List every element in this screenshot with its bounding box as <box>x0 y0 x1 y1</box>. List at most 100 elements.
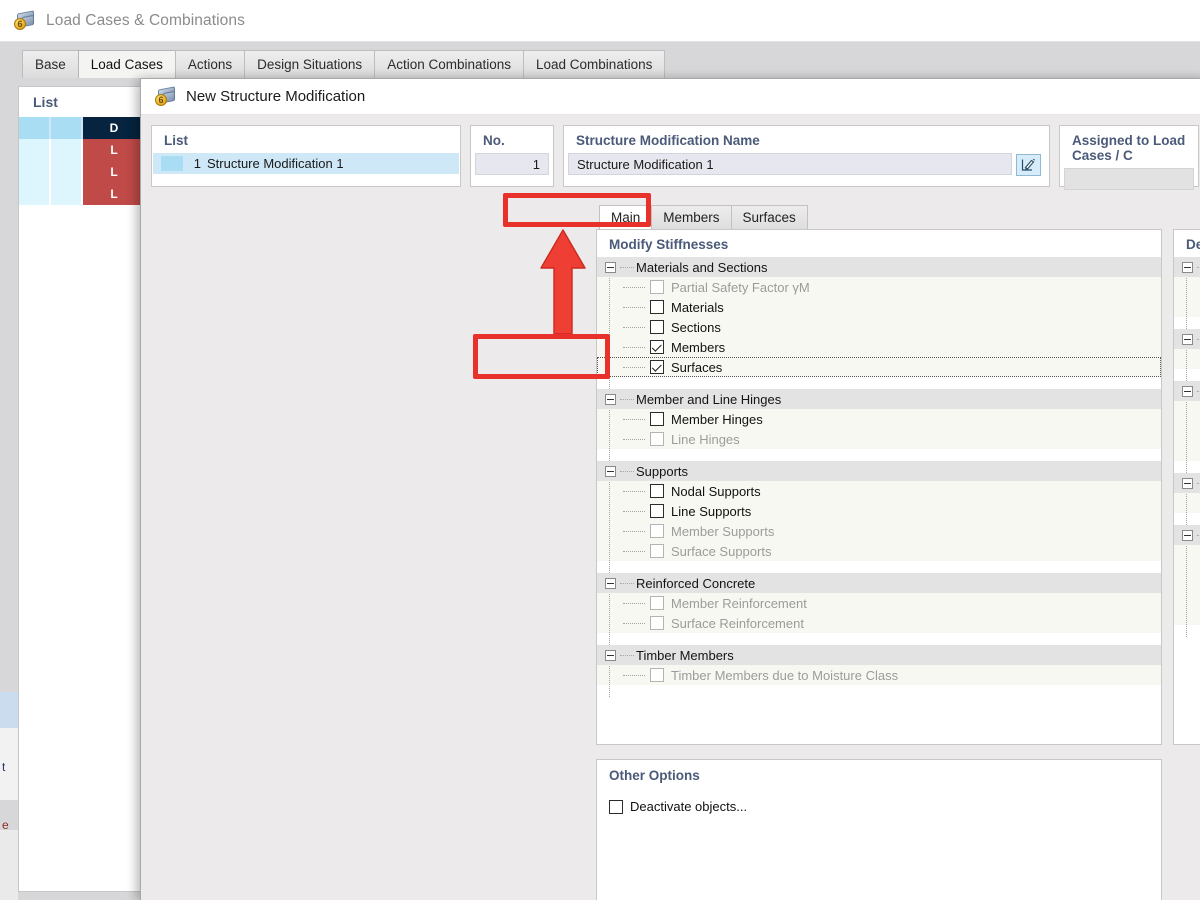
nonlinearity-item[interactable]: Member Hinges <box>1174 421 1200 441</box>
checkbox[interactable] <box>650 412 664 426</box>
stiffness-group-header[interactable]: Timber Members <box>597 645 1161 665</box>
nonlinearity-item[interactable]: Member Nonlin <box>1174 441 1200 461</box>
sub-tab-surfaces[interactable]: Surfaces <box>730 205 808 229</box>
edit-pencil-icon[interactable] <box>1016 154 1041 176</box>
nonlinearity-item[interactable]: Material Nonlin <box>1174 277 1200 297</box>
tree-dot-connector <box>620 398 634 400</box>
collapse-expander-icon[interactable] <box>605 649 616 661</box>
stiffness-item[interactable]: Member Hinges <box>597 409 1161 429</box>
item-label: Member Supports <box>671 523 775 539</box>
stiffness-item[interactable]: Members <box>597 337 1161 357</box>
item-label: Surfaces <box>671 359 723 375</box>
stiffness-item[interactable]: Nodal Supports <box>597 481 1161 501</box>
stiffness-item[interactable]: Member Supports <box>597 521 1161 541</box>
group-spacer <box>1174 625 1200 637</box>
load-type-tag: L <box>83 161 145 183</box>
stiffness-item[interactable]: Timber Members due to Moisture Class <box>597 665 1161 685</box>
left-edge-clipped-content: t e <box>0 78 18 900</box>
collapse-expander-icon[interactable] <box>1182 333 1193 345</box>
nonlinearity-item[interactable]: Line Supports <box>1174 565 1200 585</box>
stiffness-item[interactable]: Surface Reinforcement <box>597 613 1161 633</box>
stiffness-group-header[interactable]: Member and Line Hinges <box>597 389 1161 409</box>
main-tab-load-cases[interactable]: Load Cases <box>77 50 176 78</box>
main-tab-base[interactable]: Base <box>22 50 79 78</box>
tree-dot-connector <box>623 346 645 348</box>
dialog-icon-badge: 6 <box>155 93 167 106</box>
nonlinearity-item[interactable]: Temperature De <box>1174 297 1200 317</box>
stiffness-group-header[interactable]: Supports <box>597 461 1161 481</box>
collapse-expander-icon[interactable] <box>1182 385 1193 397</box>
group-spacer <box>597 449 1161 461</box>
nonlinearity-item[interactable]: Surface Suppor <box>1174 605 1200 625</box>
tree-dot-connector <box>623 490 645 492</box>
nonlinearity-group-header[interactable]: Contact Nonlinearities <box>1174 473 1200 493</box>
main-tab-action-combinations[interactable]: Action Combinations <box>374 50 525 78</box>
collapse-expander-icon[interactable] <box>605 577 616 589</box>
checkbox <box>650 544 664 558</box>
nonlinearity-group-header[interactable]: Material Nonlinearities <box>1174 257 1200 277</box>
checkbox[interactable] <box>650 320 664 334</box>
stiffness-item[interactable]: Surface Supports <box>597 541 1161 561</box>
checkbox[interactable] <box>650 504 664 518</box>
collapse-expander-icon[interactable] <box>1182 529 1193 541</box>
assigned-value[interactable] <box>1064 168 1194 190</box>
nonlinearity-item[interactable]: Member Suppo <box>1174 585 1200 605</box>
stiffness-item[interactable]: Line Supports <box>597 501 1161 521</box>
modification-list-row[interactable]: 1 Structure Modification 1 <box>153 153 459 174</box>
item-label: Materials <box>671 299 724 315</box>
collapse-expander-icon[interactable] <box>1182 477 1193 489</box>
nonlinearity-group-items: Nodal SupportsLine SupportsMember SuppoS… <box>1174 545 1200 625</box>
nonlinearity-group-header[interactable]: Line Nonlinearities <box>1174 329 1200 349</box>
checkbox <box>650 524 664 538</box>
checkbox[interactable] <box>650 340 664 354</box>
main-tab-load-combinations[interactable]: Load Combinations <box>523 50 666 78</box>
collapse-expander-icon[interactable] <box>605 261 616 273</box>
nonlinearity-item[interactable]: Line Hinges <box>1174 349 1200 369</box>
nonlinearity-item[interactable]: Member Types <box>1174 401 1200 421</box>
main-tab-design-situations[interactable]: Design Situations <box>244 50 376 78</box>
nonlinearity-group-header[interactable]: Member Nonlinearities <box>1174 381 1200 401</box>
tree-dot-connector <box>623 286 645 288</box>
swatch-2 <box>51 117 81 139</box>
stiffness-item[interactable]: Line Hinges <box>597 429 1161 449</box>
tree-dot-connector <box>623 306 645 308</box>
main-tab-actions[interactable]: Actions <box>174 50 246 78</box>
tree-dot-connector <box>623 418 645 420</box>
nonlinearity-item[interactable]: Nodal Supports <box>1174 545 1200 565</box>
stiffness-item[interactable]: Surfaces <box>597 357 1161 377</box>
checkbox[interactable] <box>650 360 664 374</box>
group-spacer <box>597 377 1161 389</box>
item-label: Sections <box>671 319 721 335</box>
tree-dot-connector <box>620 470 634 472</box>
tree-dot-connector <box>623 530 645 532</box>
stiffness-group-header[interactable]: Reinforced Concrete <box>597 573 1161 593</box>
other-options-item[interactable]: Deactivate objects... <box>597 783 1161 814</box>
checkbox[interactable] <box>650 484 664 498</box>
stiffness-item[interactable]: Member Reinforcement <box>597 593 1161 613</box>
collapse-expander-icon[interactable] <box>605 465 616 477</box>
collapse-expander-icon[interactable] <box>1182 261 1193 273</box>
sub-tab-main[interactable]: Main <box>599 205 653 229</box>
nonlinearity-group-items: Surface Contact <box>1174 493 1200 513</box>
tree-dot-connector <box>623 326 645 328</box>
checkbox[interactable] <box>650 300 664 314</box>
stiffness-item[interactable]: Partial Safety Factor γM <box>597 277 1161 297</box>
deactivate-objects-checkbox[interactable] <box>609 799 623 814</box>
nonlinearity-group-header[interactable]: Support Nonlinearities <box>1174 525 1200 545</box>
sub-tab-members[interactable]: Members <box>651 205 732 229</box>
stiffness-item[interactable]: Materials <box>597 297 1161 317</box>
stiffness-item[interactable]: Sections <box>597 317 1161 337</box>
number-value[interactable]: 1 <box>475 153 549 175</box>
name-input[interactable]: Structure Modification 1 <box>568 153 1012 175</box>
nonlinearity-item[interactable]: Surface Contact <box>1174 493 1200 513</box>
tree-dot-connector <box>623 674 645 676</box>
deactivate-objects-label: Deactivate objects... <box>630 799 748 814</box>
collapse-expander-icon[interactable] <box>605 393 616 405</box>
group-spacer <box>597 633 1161 645</box>
tree-dot-connector <box>623 438 645 440</box>
number-header: No. <box>483 133 505 148</box>
item-label: Line Supports <box>671 503 752 519</box>
stiffness-group-header[interactable]: Materials and Sections <box>597 257 1161 277</box>
tree-dot-connector <box>623 366 645 368</box>
other-options-panel: Other Options Deactivate objects... <box>596 759 1162 900</box>
